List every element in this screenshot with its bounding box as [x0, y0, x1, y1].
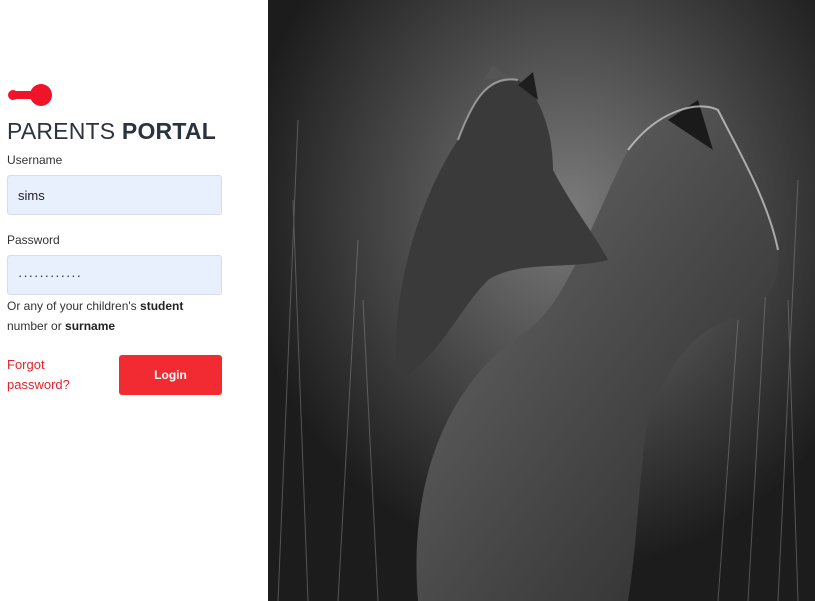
lioness-cub-photo-illustration	[268, 0, 815, 601]
login-hint: Or any of your children's student number…	[7, 296, 222, 336]
hint-student: student	[140, 299, 184, 313]
username-input[interactable]	[7, 175, 222, 215]
password-input[interactable]	[7, 255, 222, 295]
portal-title-light: PARENTS	[7, 118, 116, 144]
hint-surname: surname	[65, 319, 116, 333]
hint-middle: number or	[7, 319, 62, 333]
login-button[interactable]: Login	[119, 355, 222, 395]
hint-prefix: Or any of your children's	[7, 299, 137, 313]
hero-photo	[268, 0, 815, 601]
portal-title-bold: PORTAL	[121, 118, 216, 144]
login-panel: PARENTS PORTAL Username Password Or any …	[0, 0, 268, 601]
username-label: Username	[7, 153, 63, 167]
brand-logo-icon	[8, 84, 52, 106]
portal-title: PARENTS PORTAL	[7, 118, 216, 145]
forgot-password-link[interactable]: Forgot password?	[7, 355, 97, 395]
password-label: Password	[7, 233, 60, 247]
